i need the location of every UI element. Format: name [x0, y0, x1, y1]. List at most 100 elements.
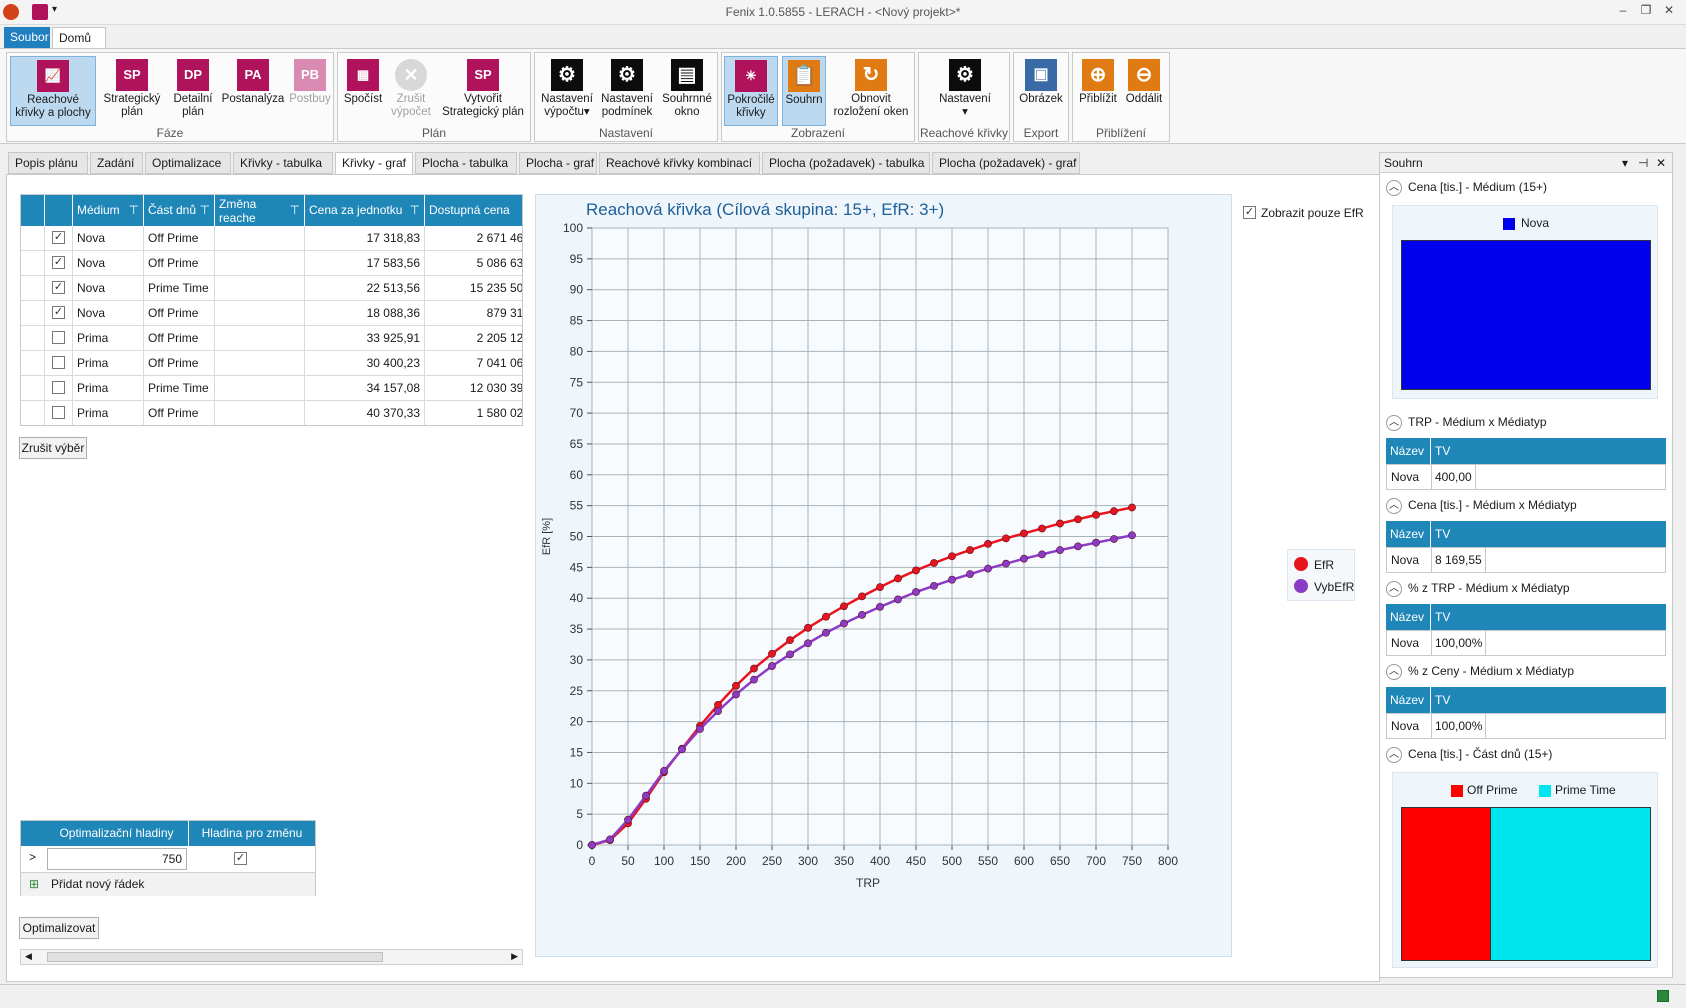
table-row[interactable]: PrimaOff Prime 30 400,237 041 060,0 — [21, 351, 522, 376]
tab-6[interactable]: Plocha - tabulka — [415, 152, 517, 174]
calculate-button[interactable]: ▦ Spočíst — [340, 56, 386, 126]
maximize-button[interactable]: ❐ — [1636, 3, 1656, 17]
grid-header-available[interactable]: Dostupná cena⊤ — [425, 195, 522, 226]
postbuy-button[interactable]: PB Postbuy — [287, 56, 333, 126]
trp-share-table-header: Název TV — [1386, 604, 1666, 630]
cell-change[interactable] — [215, 251, 305, 276]
data-point-vybefr — [660, 767, 668, 775]
scroll-left-icon[interactable]: ◀ — [25, 951, 32, 962]
section-trp[interactable]: ︿ TRP - Médium x Médiatyp — [1386, 412, 1547, 432]
panel-menu-icon[interactable]: ▾ — [1622, 156, 1628, 170]
data-point-vybefr — [1038, 550, 1046, 559]
export-image-button[interactable]: ▣ Obrázek — [1016, 56, 1066, 126]
summary-window-button[interactable]: ▤ Souhrnné okno — [657, 56, 717, 126]
collapse-icon[interactable]: ︿ — [1386, 663, 1402, 680]
cell-change[interactable] — [215, 276, 305, 301]
pin-icon[interactable]: ⊣ — [1638, 156, 1648, 170]
x-tick-label: 750 — [1122, 854, 1142, 868]
tab-10[interactable]: Plocha (požadavek) - graf — [932, 152, 1080, 174]
show-only-efr-checkbox[interactable]: ✓ — [1243, 206, 1256, 219]
grid-header-check[interactable] — [45, 195, 73, 226]
cell-change[interactable] — [215, 301, 305, 326]
scroll-right-icon[interactable]: ▶ — [511, 951, 518, 962]
add-row-button[interactable]: ⊞ Přidat nový řádek — [21, 872, 315, 896]
detail-plan-button[interactable]: DP Detailní plán — [165, 56, 221, 126]
button-label: Reachové — [27, 94, 79, 106]
grid-header-medium[interactable]: Médium ⊤ — [73, 195, 144, 226]
grid-header-change[interactable]: Změna reache ⊤ — [215, 195, 305, 226]
table-row[interactable]: PrimaOff Prime 40 370,331 580 020,0 — [21, 401, 522, 425]
collapse-icon[interactable]: ︿ — [1386, 746, 1402, 763]
grid-header-price[interactable]: Cena za jednotku ⊤ — [305, 195, 425, 226]
reach-curve-settings-button[interactable]: ⚙ Nastavení ▾ — [923, 56, 1007, 126]
section-price-daypart[interactable]: ︿ Cena [tis.] - Část dnů (15+) — [1386, 744, 1552, 764]
menu-home[interactable]: Domů — [52, 27, 106, 49]
data-point-efr — [840, 602, 848, 611]
row-checkbox[interactable]: ✓ — [52, 256, 65, 269]
horizontal-scrollbar[interactable]: ◀ ▶ — [20, 949, 523, 965]
collapse-icon[interactable]: ︿ — [1386, 580, 1402, 597]
zoom-out-button[interactable]: ⊖ Oddálit — [1121, 56, 1167, 126]
cell-change[interactable] — [215, 226, 305, 251]
tab-9[interactable]: Plocha (požadavek) - tabulka — [762, 152, 930, 174]
condition-settings-button[interactable]: ⚙ Nastavení podmínek — [597, 56, 657, 126]
menu-file[interactable]: Soubor — [4, 27, 50, 49]
opt-reach-checkbox[interactable]: ✓ — [234, 852, 247, 865]
reset-layout-button[interactable]: ↻ Obnovit rozložení oken — [828, 56, 914, 126]
opt-header-levels[interactable]: Optimalizační hladiny — [45, 821, 189, 846]
tab-2[interactable]: Zadání — [90, 152, 143, 174]
row-checkbox[interactable] — [52, 381, 65, 394]
table-row[interactable]: ✓ NovaOff Prime 17 583,565 086 635,1 — [21, 251, 522, 276]
cell-change[interactable] — [215, 401, 305, 425]
row-checkbox[interactable] — [52, 331, 65, 344]
scrollbar-thumb[interactable] — [47, 952, 383, 962]
cell-change[interactable] — [215, 351, 305, 376]
calculation-settings-button[interactable]: ⚙ Nastavení výpočtu▾ — [537, 56, 597, 126]
row-checkbox[interactable] — [52, 406, 65, 419]
mini-legend-label-offprime: Off Prime — [1467, 783, 1518, 797]
reach-curves-button[interactable]: 📈 Reachové křivky a plochy — [10, 56, 96, 126]
table-row[interactable]: ✓ NovaOff Prime 18 088,36879 317,5 — [21, 301, 522, 326]
clear-selection-button[interactable]: Zrušit výběr — [19, 437, 87, 459]
close-button[interactable]: ✕ — [1659, 3, 1679, 17]
data-point-vybefr — [1056, 546, 1064, 554]
y-tick-label: 85 — [570, 314, 584, 328]
table-row[interactable]: ✓ NovaPrime Time 22 513,5615 235 508,0 — [21, 276, 522, 301]
row-checkbox[interactable]: ✓ — [52, 306, 65, 319]
opt-header-reach-level[interactable]: Hladina pro změnu reache — [189, 821, 315, 865]
section-price-share[interactable]: ︿% z Ceny - Médium x Médiatyp — [1386, 661, 1574, 681]
summary-button[interactable]: 📋 Souhrn — [782, 56, 826, 126]
tab-5[interactable]: Křivky - graf — [335, 152, 413, 174]
grid-header-part[interactable]: Část dnů ⊤ — [144, 195, 215, 226]
tab-8[interactable]: Reachové křivky kombinací — [599, 152, 760, 174]
create-strategic-plan-button[interactable]: SP Vytvořit Strategický plán — [436, 56, 530, 126]
table-row[interactable]: PrimaPrime Time 34 157,0812 030 395,0 — [21, 376, 522, 401]
row-checkbox[interactable]: ✓ — [52, 281, 65, 294]
minimize-button[interactable]: – — [1613, 3, 1633, 17]
cancel-calculation-button[interactable]: ✕ Zrušit výpočet — [386, 56, 436, 126]
postanalysis-button[interactable]: PA Postanalýza — [217, 56, 289, 126]
tab-1[interactable]: Popis plánu — [8, 152, 88, 174]
data-point-vybefr — [822, 628, 830, 637]
optimize-button[interactable]: Optimalizovat — [19, 917, 99, 939]
tab-3[interactable]: Optimalizace — [145, 152, 231, 174]
row-checkbox[interactable] — [52, 356, 65, 369]
opt-level-input[interactable]: 750 — [47, 848, 187, 870]
section-price-mediatype[interactable]: ︿ Cena [tis.] - Médium x Médiatyp — [1386, 495, 1577, 515]
advanced-curves-button[interactable]: ✳ Pokročilé křivky — [724, 56, 778, 126]
cell-change[interactable] — [215, 326, 305, 351]
row-checkbox[interactable]: ✓ — [52, 231, 65, 244]
section-price-medium[interactable]: ︿ Cena [tis.] - Médium (15+) — [1386, 177, 1547, 197]
collapse-icon[interactable]: ︿ — [1386, 414, 1402, 431]
strategic-plan-button[interactable]: SP Strategický plán — [99, 56, 165, 126]
tab-7[interactable]: Plocha - graf — [519, 152, 597, 174]
table-row[interactable]: PrimaOff Prime 33 925,912 205 125,0 — [21, 326, 522, 351]
panel-close-icon[interactable]: ✕ — [1656, 156, 1666, 170]
tab-4[interactable]: Křivky - tabulka — [233, 152, 333, 174]
cell-change[interactable] — [215, 376, 305, 401]
collapse-icon[interactable]: ︿ — [1386, 497, 1402, 514]
section-trp-share[interactable]: ︿% z TRP - Médium x Médiatyp — [1386, 578, 1570, 598]
zoom-in-button[interactable]: ⊕ Přiblížit — [1075, 56, 1121, 126]
table-row[interactable]: ✓ NovaOff Prime 17 318,832 671 469,2 — [21, 226, 522, 251]
collapse-icon[interactable]: ︿ — [1386, 179, 1402, 196]
